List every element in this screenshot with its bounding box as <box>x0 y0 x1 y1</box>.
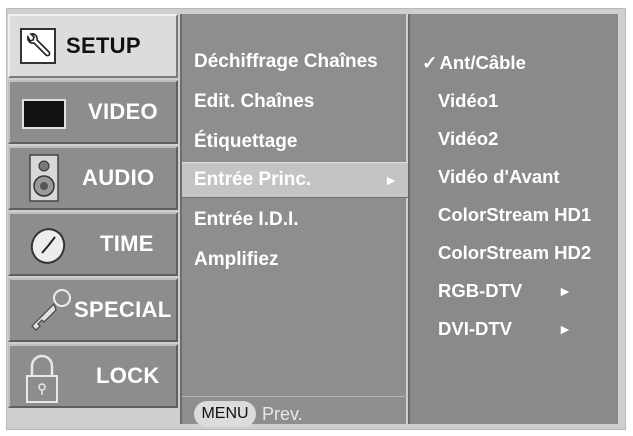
submenu-panel: ✓ Ant/Câble Vidéo1 Vidéo2 Vidéo d'Avant … <box>408 14 618 424</box>
menu-item-label: Étiquettage <box>194 131 298 152</box>
menu-item-label: Entrée I.D.I. <box>194 209 299 230</box>
submenu-item-label: DVI-DTV <box>438 318 512 339</box>
arrow-right-icon: ► <box>558 321 572 337</box>
submenu-item-rgb-dtv[interactable]: RGB-DTV ► <box>438 274 608 308</box>
submenu-item-label: ColorStream HD1 <box>438 204 592 225</box>
tab-lock[interactable]: LOCK <box>8 344 178 408</box>
menu-item-label: Entrée Princ. <box>194 169 312 190</box>
tab-label: SETUP <box>66 33 141 58</box>
prev-label: Prev. <box>262 404 303 424</box>
submenu-item-label: Vidéo2 <box>438 128 499 149</box>
arrow-right-icon: ► <box>384 172 398 188</box>
check-icon: ✓ <box>422 52 438 73</box>
tab-label: AUDIO <box>82 165 155 190</box>
tab-setup[interactable]: SETUP <box>8 14 178 78</box>
speaker-icon <box>28 154 60 207</box>
video-icon <box>22 99 66 134</box>
tab-special[interactable]: SPECIAL <box>8 278 178 342</box>
menu-item-label: Amplifiez <box>194 249 279 270</box>
menu-item-entree-idi[interactable]: Entrée I.D.I. <box>182 202 408 238</box>
arrow-right-icon: ► <box>558 283 572 299</box>
clock-icon <box>28 226 68 271</box>
submenu-item-label: Vidéo1 <box>438 90 499 111</box>
tab-label: VIDEO <box>88 99 158 124</box>
menu-item-label: Déchiffrage Chaînes <box>194 51 378 72</box>
submenu-item-colorstream-hd1[interactable]: ColorStream HD1 <box>438 198 591 232</box>
tab-label: TIME <box>100 231 154 256</box>
tab-label: SPECIAL <box>74 297 172 322</box>
tab-time[interactable]: TIME <box>8 212 178 276</box>
menu-item-dechiffrage[interactable]: Déchiffrage Chaînes <box>182 44 408 80</box>
submenu-item-video-avant[interactable]: Vidéo d'Avant <box>438 160 560 194</box>
menu-item-edit-chaines[interactable]: Edit. Chaînes <box>182 84 408 120</box>
submenu-item-dvi-dtv[interactable]: DVI-DTV ► <box>438 312 608 346</box>
submenu-item-label: ColorStream HD2 <box>438 242 592 263</box>
submenu-item-ant-cable[interactable]: ✓ Ant/Câble <box>422 46 526 80</box>
menu-divider <box>182 396 408 397</box>
menu-item-etiquettage[interactable]: Étiquettage <box>182 124 408 160</box>
key-icon <box>26 286 76 337</box>
menu-panel: Déchiffrage Chaînes Edit. Chaînes Étique… <box>180 14 408 427</box>
submenu-item-video1[interactable]: Vidéo1 <box>438 84 498 118</box>
menu-item-entree-princ[interactable]: Entrée Princ. ► <box>182 162 408 198</box>
submenu-item-label: Ant/Câble <box>439 52 526 73</box>
submenu-item-video2[interactable]: Vidéo2 <box>438 122 498 156</box>
tab-label: LOCK <box>96 363 160 388</box>
lock-icon <box>24 354 60 409</box>
setup-icon <box>20 28 56 69</box>
submenu-item-label: Vidéo d'Avant <box>438 166 560 187</box>
menu-item-amplifiez[interactable]: Amplifiez <box>182 242 408 278</box>
tab-column: SETUP VIDEO AUDIO TIME SPECIAL LOCK <box>8 14 178 422</box>
menu-button[interactable]: MENU <box>194 401 256 427</box>
tab-audio[interactable]: AUDIO <box>8 146 178 210</box>
tab-video[interactable]: VIDEO <box>8 80 178 144</box>
submenu-item-label: RGB-DTV <box>438 280 523 301</box>
submenu-item-colorstream-hd2[interactable]: ColorStream HD2 <box>438 236 591 270</box>
menu-item-label: Edit. Chaînes <box>194 91 315 112</box>
